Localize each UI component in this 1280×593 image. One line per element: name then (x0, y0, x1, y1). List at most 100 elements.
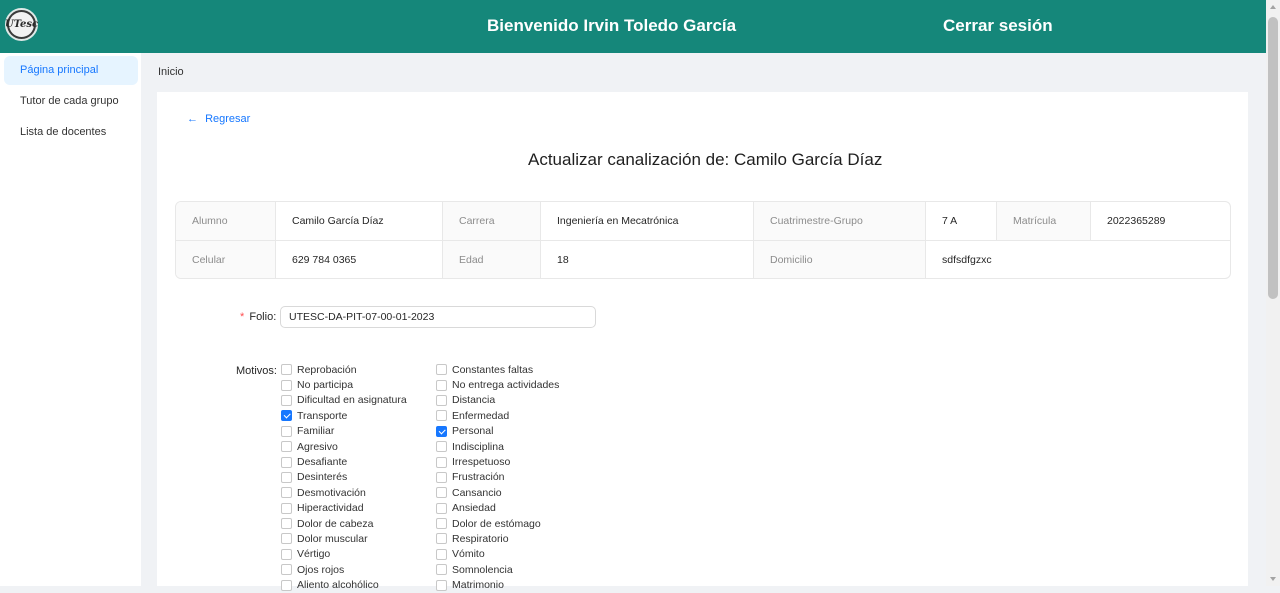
motivo-checkbox[interactable]: Constantes faltas (436, 362, 559, 377)
motivos-label-text: Motivos (236, 365, 274, 377)
sidebar: Página principal Tutor de cada grupo Lis… (0, 53, 141, 586)
scroll-up-icon[interactable] (1270, 5, 1276, 9)
motivo-label: Ansiedad (452, 502, 496, 515)
app-header: UTesc Bienvenido Irvin Toledo García Cer… (0, 0, 1266, 53)
motivo-label: Vómito (452, 548, 485, 561)
checkbox-icon[interactable] (281, 487, 292, 499)
motivo-checkbox[interactable]: Dolor muscular (281, 531, 407, 546)
checkbox-icon[interactable] (436, 533, 447, 545)
value-carrera: Ingeniería en Mecatrónica (541, 202, 754, 240)
motivo-checkbox[interactable]: Desmotivación (281, 485, 407, 500)
checkbox-icon[interactable] (436, 379, 447, 391)
motivo-checkbox[interactable]: Frustración (436, 470, 559, 485)
motivo-checkbox[interactable]: Reprobación (281, 362, 407, 377)
sidebar-item-group-tutors[interactable]: Tutor de cada grupo (4, 87, 138, 116)
info-row: Celular 629 784 0365 Edad 18 Domicilio s… (176, 241, 1230, 278)
checkbox-icon[interactable] (436, 441, 447, 453)
checkbox-icon[interactable] (281, 394, 292, 406)
checkbox-icon[interactable] (436, 394, 447, 406)
motivo-label: Desafiante (297, 456, 348, 469)
motivo-checkbox[interactable]: Aliento alcohólico (281, 577, 407, 592)
motivo-label: Hiperactividad (297, 502, 364, 515)
motivo-checkbox[interactable]: Irrespetuoso (436, 454, 559, 469)
motivo-checkbox[interactable]: Dificultad en asignatura (281, 393, 407, 408)
colon: : (273, 311, 277, 323)
value-domicilio: sdfsdfgzxc (942, 254, 992, 266)
value-alumno: Camilo García Díaz (276, 202, 443, 240)
checkbox-icon[interactable] (281, 456, 292, 468)
motivo-checkbox[interactable]: Respiratorio (436, 531, 559, 546)
checkbox-icon[interactable] (436, 471, 447, 483)
motivo-checkbox[interactable]: Ojos rojos (281, 562, 407, 577)
logo-text: UTesc (5, 12, 38, 37)
utesc-logo[interactable]: UTesc (5, 8, 38, 41)
breadcrumb[interactable]: Inicio (158, 66, 184, 78)
motivo-label: Dolor muscular (297, 532, 368, 545)
scroll-thumb[interactable] (1268, 17, 1278, 299)
motivo-checkbox[interactable]: Desinterés (281, 470, 407, 485)
checkbox-icon[interactable] (281, 548, 292, 560)
back-link[interactable]: ← Regresar (187, 113, 250, 125)
sidebar-item-teacher-list[interactable]: Lista de docentes (4, 118, 138, 147)
motivo-checkbox[interactable]: Transporte (281, 408, 407, 423)
vertical-scrollbar[interactable] (1266, 0, 1280, 586)
checkbox-icon[interactable] (281, 564, 292, 576)
checkbox-icon[interactable] (281, 441, 292, 453)
welcome-message: Bienvenido Irvin Toledo García (487, 16, 737, 35)
checkbox-icon[interactable] (436, 456, 447, 468)
checkbox-icon[interactable] (436, 364, 447, 376)
required-mark: * (240, 311, 245, 323)
scroll-down-icon[interactable] (1270, 577, 1276, 581)
motivo-checkbox[interactable]: Agresivo (281, 439, 407, 454)
checkbox-icon[interactable] (436, 502, 447, 514)
sidebar-item-home[interactable]: Página principal (4, 56, 138, 85)
checkbox-icon[interactable] (281, 379, 292, 391)
checkbox-icon[interactable] (281, 425, 292, 437)
motivo-checkbox[interactable]: Familiar (281, 424, 407, 439)
checkbox-icon[interactable] (436, 564, 447, 576)
motivo-checkbox[interactable]: Distancia (436, 393, 559, 408)
motivos-label: Motivos: (236, 365, 277, 377)
back-label: Regresar (205, 113, 251, 125)
motivo-checkbox[interactable]: Enfermedad (436, 408, 559, 423)
motivo-checkbox[interactable]: Personal (436, 424, 559, 439)
value-edad: 18 (541, 241, 754, 278)
motivo-checkbox[interactable]: Ansiedad (436, 501, 559, 516)
motivo-label: Distancia (452, 394, 496, 407)
checkbox-icon[interactable] (436, 518, 447, 530)
checkbox-checked-icon[interactable] (436, 425, 447, 437)
checkbox-checked-icon[interactable] (281, 410, 292, 422)
folio-input[interactable]: UTESC-DA-PIT-07-00-01-2023 (280, 306, 596, 328)
arrow-left-icon: ← (187, 113, 198, 125)
motivo-checkbox[interactable]: Hiperactividad (281, 501, 407, 516)
checkbox-icon[interactable] (436, 548, 447, 560)
motivo-checkbox[interactable]: Dolor de cabeza (281, 516, 407, 531)
checkbox-icon[interactable] (281, 518, 292, 530)
motivo-checkbox[interactable]: No entrega actividades (436, 377, 559, 392)
checkbox-icon[interactable] (281, 471, 292, 483)
motivo-label: Desinterés (297, 471, 348, 484)
checkbox-icon[interactable] (281, 364, 292, 376)
motivo-checkbox[interactable]: Vértigo (281, 547, 407, 562)
motivo-checkbox[interactable]: Indisciplina (436, 439, 559, 454)
motivo-checkbox[interactable]: Desafiante (281, 454, 407, 469)
checkbox-icon[interactable] (281, 533, 292, 545)
motivo-checkbox[interactable]: Cansancio (436, 485, 559, 500)
checkbox-icon[interactable] (436, 410, 447, 422)
motivo-checkbox[interactable]: No participa (281, 377, 407, 392)
motivo-checkbox[interactable]: Dolor de estómago (436, 516, 559, 531)
info-row: Alumno Camilo García Díaz Carrera Ingeni… (176, 202, 1230, 241)
motivo-checkbox[interactable]: Matrimonio (436, 577, 559, 592)
colon: : (273, 365, 277, 377)
motivo-label: Ojos rojos (297, 563, 345, 576)
logout-button[interactable]: Cerrar sesión (943, 16, 1053, 36)
checkbox-icon[interactable] (281, 502, 292, 514)
motivo-label: Enfermedad (452, 409, 510, 422)
motivo-checkbox[interactable]: Somnolencia (436, 562, 559, 577)
motivo-checkbox[interactable]: Vómito (436, 547, 559, 562)
checkbox-icon[interactable] (436, 487, 447, 499)
checkbox-icon[interactable] (436, 579, 447, 591)
motivo-label: Desmotivación (297, 486, 366, 499)
checkbox-icon[interactable] (281, 579, 292, 591)
folio-label-text: Folio (249, 311, 274, 323)
